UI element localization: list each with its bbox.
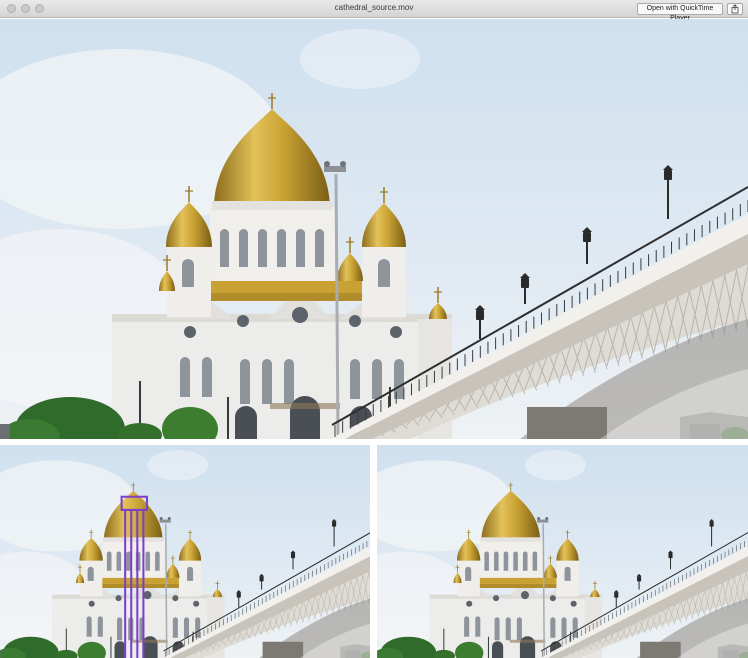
cathedral-bridge-scene <box>0 445 370 658</box>
video-frame-main <box>0 19 748 439</box>
frame-divider-vertical <box>370 445 377 658</box>
title-bar: cathedral_source.mov Open with QuickTime… <box>0 0 748 22</box>
cathedral-bridge-scene <box>0 19 748 439</box>
share-button[interactable] <box>727 3 743 15</box>
window-title: cathedral_source.mov <box>334 3 414 12</box>
video-frame-left <box>0 445 370 658</box>
video-frame-right <box>377 445 748 658</box>
cathedral-bridge-scene <box>377 445 748 658</box>
share-icon <box>731 4 739 14</box>
open-with-quicktime-button[interactable]: Open with QuickTime Player <box>637 3 723 22</box>
